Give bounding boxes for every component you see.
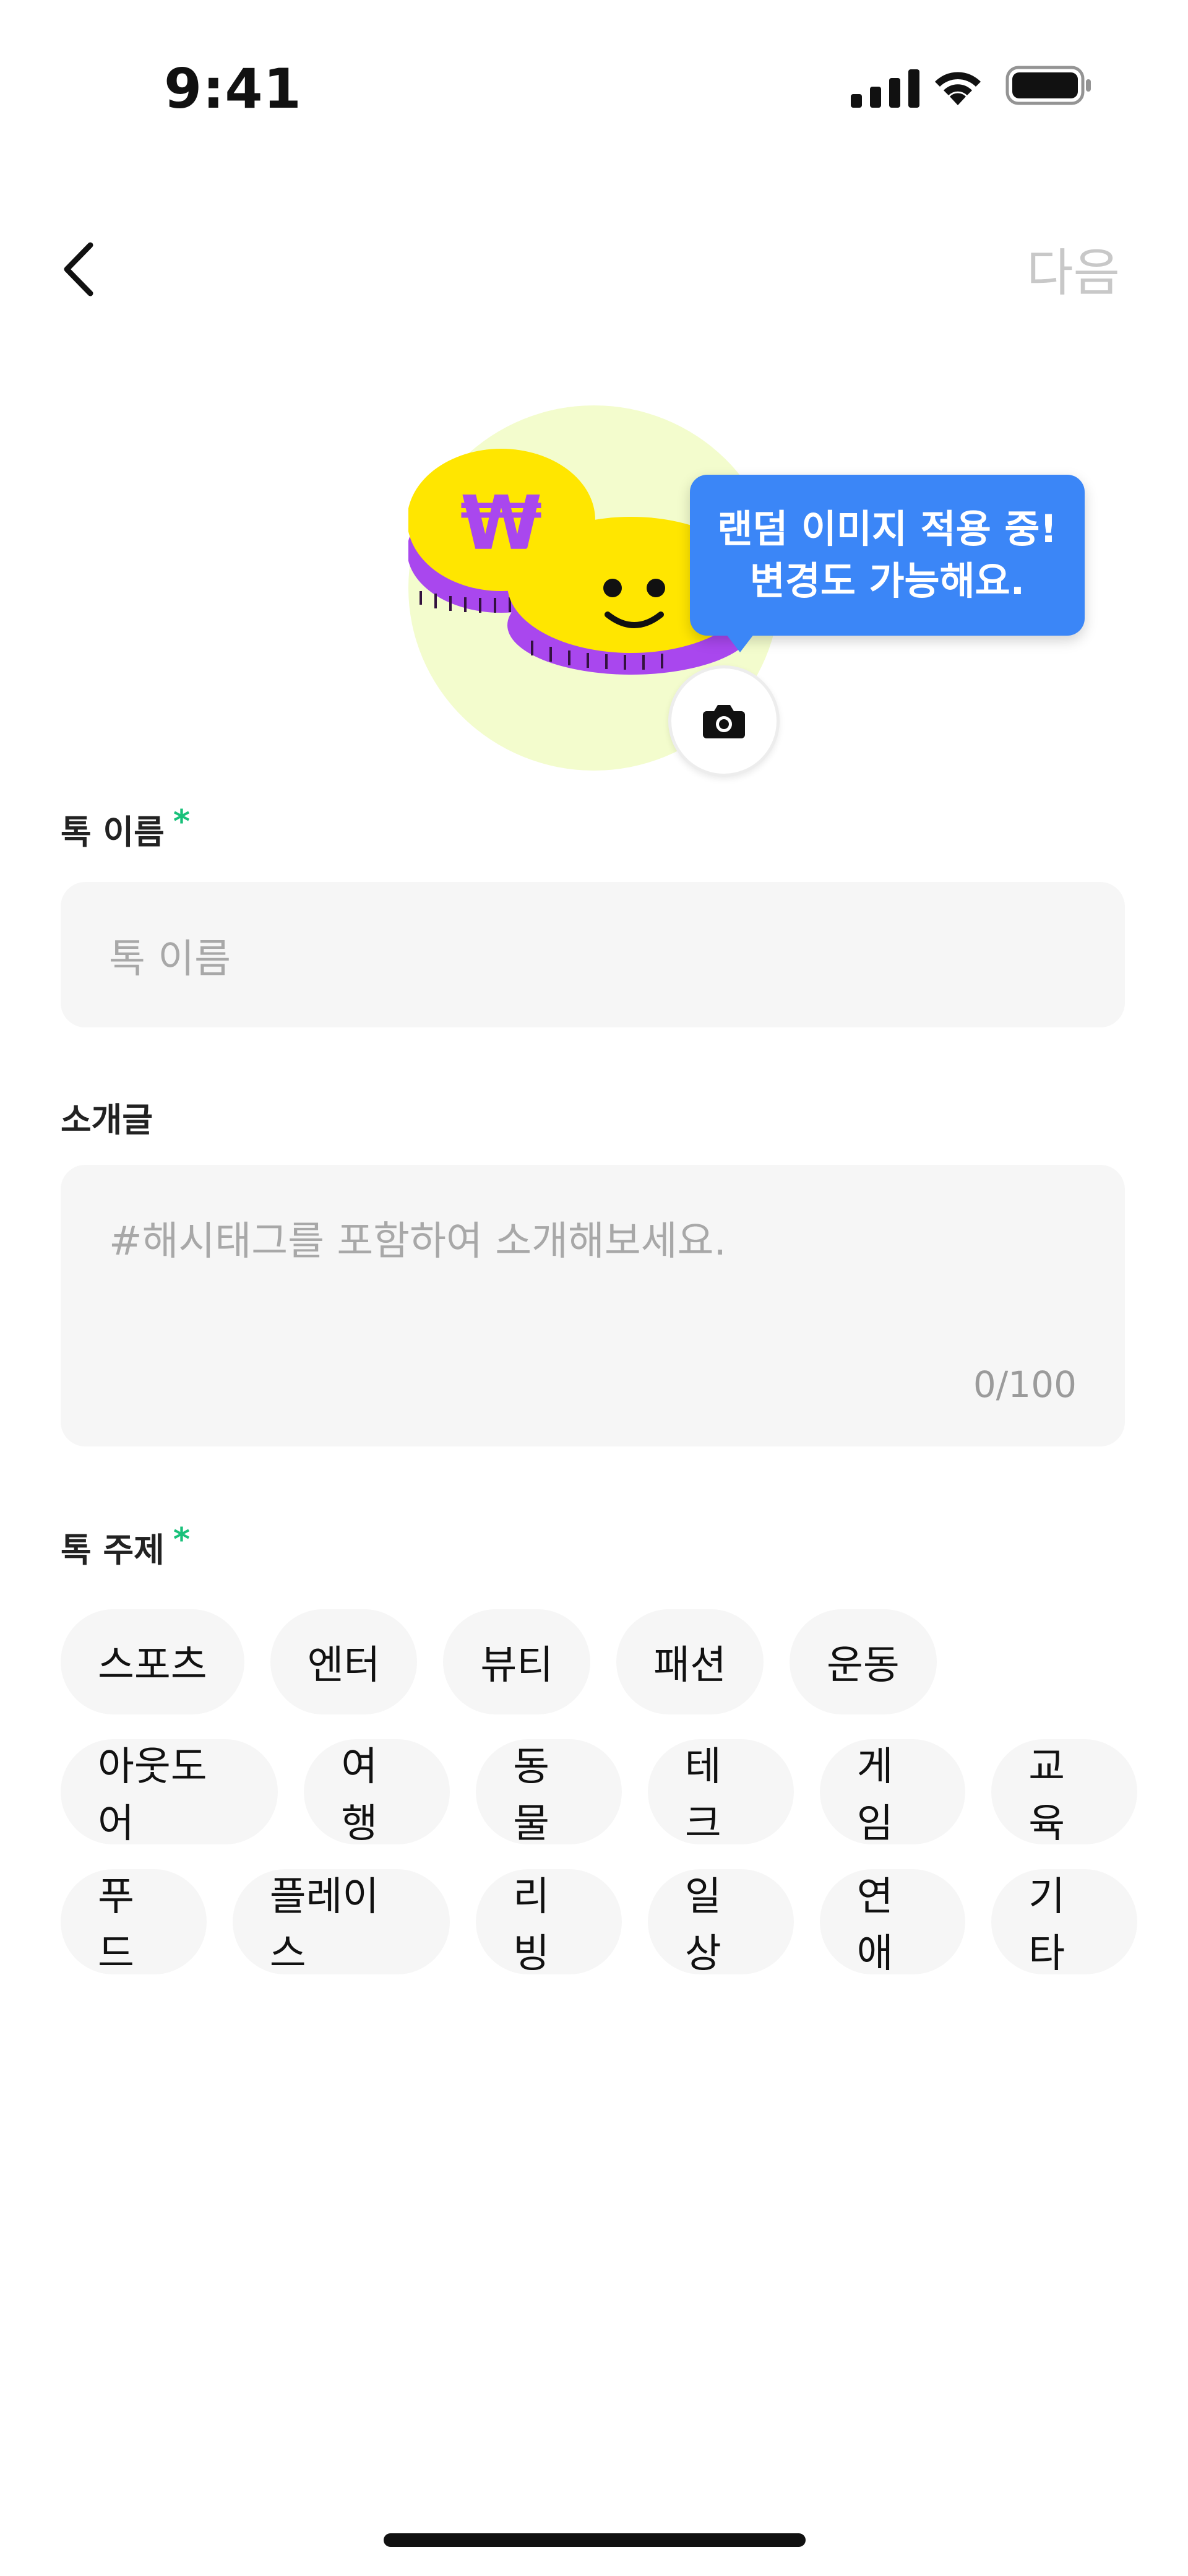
required-mark: * [173,803,191,841]
topic-row: 아웃도어 여행 동물 테크 게임 교육 [61,1739,1138,1847]
next-button[interactable]: 다음 [1027,231,1120,305]
home-indicator [384,2533,806,2547]
talk-name-label: 톡 이름 * [61,803,191,852]
topic-chip[interactable]: 운동 [789,1609,937,1714]
back-arrow-icon[interactable] [56,235,105,303]
topic-chip[interactable]: 플레이스 [232,1869,450,1977]
required-mark: * [173,1521,191,1558]
topic-chip[interactable]: 연애 [819,1869,966,1977]
topic-chip[interactable]: 일상 [647,1869,794,1977]
status-time: 9:41 [164,57,302,121]
tooltip-line-2: 변경도 가능해요. [749,558,1025,603]
tooltip-line-1: 랜덤 이미지 적용 중! [717,506,1057,551]
topic-chip[interactable]: 리빙 [476,1869,622,1977]
topic-chip[interactable]: 푸드 [61,1869,207,1977]
topic-chip[interactable]: 아웃도어 [61,1739,278,1847]
status-bar: 9:41 [0,0,1188,149]
topic-chip[interactable]: 여행 [304,1739,450,1847]
signal-icon [851,69,919,108]
topic-chip[interactable]: 기타 [991,1869,1138,1977]
intro-char-counter: 0/100 [973,1364,1077,1406]
topic-row: 스포츠 엔터 뷰티 패션 운동 [61,1609,1137,1714]
topic-chip[interactable]: 게임 [819,1739,966,1847]
random-image-tooltip: 랜덤 이미지 적용 중! 변경도 가능해요. [690,475,1085,636]
topic-chip[interactable]: 테크 [647,1739,794,1847]
topic-chip[interactable]: 동물 [476,1739,622,1847]
topic-row: 푸드 플레이스 리빙 일상 연애 기타 [61,1869,1138,1977]
top-navigation: 다음 [0,204,1188,322]
topic-chip-list: 스포츠 엔터 뷰티 패션 운동 아웃도어 여행 동물 테크 게임 교육 푸드 플… [61,1609,1138,1999]
camera-icon [703,705,745,738]
tooltip-tail [724,631,756,652]
intro-placeholder: #해시태그를 포함하여 소개해보세요. [109,1219,726,1264]
topic-chip[interactable]: 스포츠 [61,1609,244,1714]
topic-chip[interactable]: 뷰티 [443,1609,591,1714]
battery-icon [1005,66,1091,105]
talk-name-input[interactable]: 톡 이름 [61,882,1125,1027]
topic-chip[interactable]: 패션 [616,1609,764,1714]
change-image-button[interactable] [668,665,780,777]
topic-label: 톡 주제 * [61,1521,191,1570]
wifi-icon [935,72,981,105]
talk-name-placeholder: 톡 이름 [109,936,231,982]
intro-textarea[interactable]: #해시태그를 포함하여 소개해보세요. 0/100 [61,1165,1125,1446]
topic-chip[interactable]: 엔터 [270,1609,418,1714]
topic-chip[interactable]: 교육 [991,1739,1138,1847]
intro-label: 소개글 [61,1100,153,1139]
